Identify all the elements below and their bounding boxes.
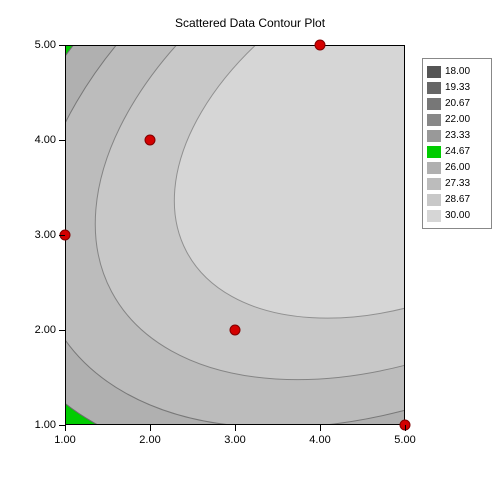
legend-swatch	[427, 178, 441, 190]
legend-label: 28.67	[445, 194, 470, 205]
legend-swatch	[427, 130, 441, 142]
y-tick-mark	[59, 330, 65, 331]
legend-swatch	[427, 82, 441, 94]
x-tick-label: 5.00	[394, 434, 415, 446]
y-tick-mark	[59, 235, 65, 236]
legend-label: 27.33	[445, 178, 470, 189]
y-tick-label: 5.00	[16, 39, 56, 51]
y-tick-mark	[59, 425, 65, 426]
x-tick-mark	[320, 425, 321, 431]
legend-item: 26.00	[427, 160, 487, 175]
y-tick-label: 2.00	[16, 324, 56, 336]
legend-item: 20.67	[427, 96, 487, 111]
scatter-point	[230, 325, 241, 336]
legend-item: 22.00	[427, 112, 487, 127]
legend-swatch	[427, 66, 441, 78]
plot-area	[65, 45, 405, 425]
chart-title: Scattered Data Contour Plot	[0, 16, 500, 30]
legend-label: 20.67	[445, 98, 470, 109]
legend-item: 28.67	[427, 192, 487, 207]
y-tick-label: 4.00	[16, 134, 56, 146]
legend-item: 19.33	[427, 80, 487, 95]
x-tick-mark	[150, 425, 151, 431]
legend-item: 30.00	[427, 208, 487, 223]
scatter-point	[315, 40, 326, 51]
legend-label: 26.00	[445, 162, 470, 173]
legend-item: 18.00	[427, 64, 487, 79]
legend-label: 19.33	[445, 82, 470, 93]
scatter-point	[145, 135, 156, 146]
legend-swatch	[427, 146, 441, 158]
y-tick-label: 1.00	[16, 419, 56, 431]
y-tick-label: 3.00	[16, 229, 56, 241]
legend-label: 30.00	[445, 210, 470, 221]
legend: 18.00 19.33 20.67 22.00 23.33 24.67 26.0…	[422, 58, 492, 229]
legend-swatch	[427, 98, 441, 110]
legend-label: 23.33	[445, 130, 470, 141]
legend-item: 23.33	[427, 128, 487, 143]
legend-label: 22.00	[445, 114, 470, 125]
y-tick-mark	[59, 45, 65, 46]
x-tick-mark	[235, 425, 236, 431]
legend-swatch	[427, 114, 441, 126]
legend-item: 27.33	[427, 176, 487, 191]
legend-swatch	[427, 162, 441, 174]
x-tick-label: 2.00	[139, 434, 160, 446]
legend-item: 24.67	[427, 144, 487, 159]
x-tick-label: 3.00	[224, 434, 245, 446]
legend-label: 18.00	[445, 66, 470, 77]
legend-swatch	[427, 194, 441, 206]
y-tick-mark	[59, 140, 65, 141]
x-tick-label: 4.00	[309, 434, 330, 446]
x-tick-mark	[405, 425, 406, 431]
x-tick-mark	[65, 425, 66, 431]
x-tick-label: 1.00	[54, 434, 75, 446]
legend-label: 24.67	[445, 146, 470, 157]
legend-swatch	[427, 210, 441, 222]
